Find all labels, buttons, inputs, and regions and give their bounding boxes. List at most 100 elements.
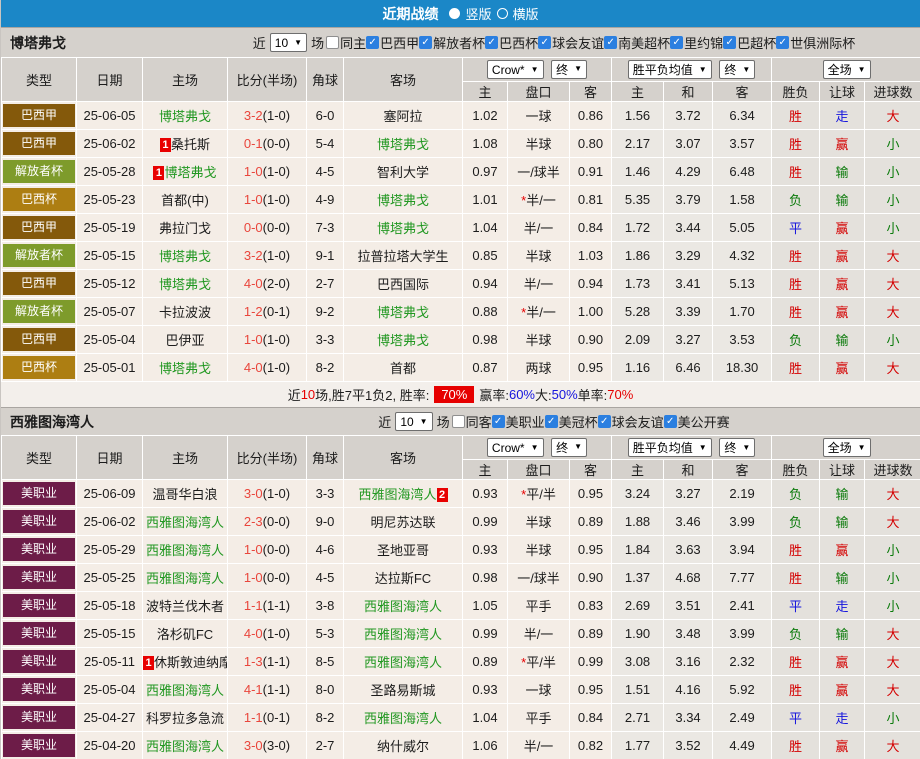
- europe-away-odds: 2.32: [712, 647, 773, 676]
- checkbox-competition-3[interactable]: ✓: [485, 36, 499, 49]
- match-home-team: 巴伊亚: [142, 325, 228, 354]
- asian-home-odds: 0.93: [462, 675, 508, 704]
- final-odds-select2[interactable]: 终 ▼: [719, 438, 756, 457]
- match-score: 1-0(0-0): [227, 563, 307, 592]
- verdict-goals: 大: [864, 101, 920, 130]
- verdict-result: 平: [771, 591, 821, 620]
- asian-home-odds: 0.94: [462, 269, 508, 298]
- col-corner: 角球: [306, 57, 344, 102]
- asian-handicap: 半球: [507, 241, 570, 270]
- corner-score: 8-0: [306, 675, 344, 704]
- subcol-handicap: 盘口: [507, 81, 570, 102]
- asian-home-odds: 0.87: [462, 353, 508, 382]
- halftime-score: (0-1): [262, 710, 291, 725]
- europe-home-odds: 5.35: [611, 185, 665, 214]
- verdict-handicap: 输: [819, 325, 866, 354]
- match-home-team: 1 博塔弗戈: [142, 157, 228, 186]
- recent-count-select[interactable]: 10 ▼: [395, 412, 433, 431]
- europe-away-odds: 3.99: [712, 619, 773, 648]
- corner-score: 9-1: [306, 241, 344, 270]
- europe-draw-odds: 3.52: [663, 731, 714, 759]
- scope-select[interactable]: 全场 ▼: [822, 60, 871, 79]
- checkbox-competition-5[interactable]: ✓: [604, 36, 618, 49]
- league-badge: 巴西杯: [3, 188, 75, 211]
- checkbox-competition-2[interactable]: ✓: [544, 415, 558, 428]
- fulltime-score: 1-1: [243, 598, 263, 613]
- verdict-result: 胜: [771, 563, 821, 592]
- verdict-result: 胜: [771, 647, 821, 676]
- corner-score: 8-2: [306, 703, 344, 732]
- table-row: 美职业 25-05-15 洛杉矶FC 4-0(1-0) 5-3 西雅图海湾人 0.99 半/一…: [1, 619, 920, 648]
- checkbox-competition-7[interactable]: ✓: [723, 36, 737, 49]
- table-row: 巴西甲 25-06-02 1 桑托斯 0-1(0-0) 5-4 博塔弗戈 1.08 半球 0.80…: [1, 129, 920, 158]
- league-badge: 巴西甲: [3, 272, 75, 295]
- away-team-name: 巴西国际: [376, 277, 429, 292]
- verdict-goals: 大: [864, 241, 920, 270]
- away-team-name: 首都: [389, 361, 416, 376]
- table-row: 解放者杯 25-05-15 博塔弗戈 3-2(1-0) 9-1 拉普拉塔大学生 0.85 半球…: [1, 241, 920, 270]
- asian-home-odds: 1.08: [462, 129, 508, 158]
- checkbox-competition-8[interactable]: ✓: [776, 36, 790, 49]
- asian-away-odds: 0.99: [568, 647, 613, 676]
- final-odds-select2[interactable]: 终 ▼: [719, 60, 756, 79]
- home-team-name: 休斯敦迪纳摩: [154, 655, 228, 670]
- checkbox-competition-6[interactable]: ✓: [670, 36, 684, 49]
- checkbox-same-venue[interactable]: [451, 415, 465, 428]
- checkbox-competition-1[interactable]: ✓: [491, 415, 505, 428]
- asian-home-odds: 1.04: [462, 703, 508, 732]
- europe-odds-select[interactable]: 胜平负均值 ▼: [627, 60, 712, 79]
- verdict-handicap: 输: [819, 619, 866, 648]
- final-odds-select[interactable]: 终 ▼: [551, 59, 588, 79]
- home-team-name: 西雅图海湾人: [145, 739, 224, 754]
- chevron-down-icon: ▼: [530, 442, 539, 452]
- table-row: 巴西杯 25-05-23 首都(中) 1-0(1-0) 4-9 博塔弗戈 1.01 *半/一 0…: [1, 185, 920, 214]
- asian-handicap: 一/球半: [507, 563, 570, 592]
- europe-home-odds: 1.46: [611, 157, 665, 186]
- fulltime-score: 4-1: [243, 682, 263, 697]
- handicap-star: *: [521, 305, 527, 320]
- europe-away-odds: 1.58: [712, 185, 773, 214]
- checkbox-competition-4[interactable]: ✓: [663, 415, 677, 428]
- verdict-result: 平: [771, 703, 821, 732]
- table-row: 美职业 25-06-02 西雅图海湾人 2-3(0-0) 9-0 明尼苏达联 0.99 半球 0…: [1, 507, 920, 536]
- europe-draw-odds: 3.27: [663, 479, 714, 508]
- radio-horizontal-layout[interactable]: [496, 8, 508, 19]
- team2-results-table: 类型 日期 主场 比分(半场) 角球 客场 Crow* ▼ 终 ▼ 胜平负均值 ▼ 终…: [1, 435, 920, 759]
- title-bar: 近期战绩 竖版 横版: [1, 0, 920, 27]
- europe-away-odds: 6.48: [712, 157, 773, 186]
- checkbox-competition-2[interactable]: ✓: [419, 36, 433, 49]
- odds-source-select[interactable]: Crow* ▼: [486, 438, 544, 458]
- checkbox-competition-1[interactable]: ✓: [366, 36, 380, 49]
- match-away-team: 博塔弗戈: [343, 185, 463, 214]
- checkbox-label: 巴西甲: [380, 36, 420, 51]
- corner-score: 4-9: [306, 185, 344, 214]
- checkbox-competition-4[interactable]: ✓: [538, 36, 552, 49]
- recent-count-select[interactable]: 10 ▼: [269, 33, 308, 52]
- asian-away-odds: 1.03: [568, 241, 613, 270]
- home-team-name: 西雅图海湾人: [145, 683, 224, 698]
- odds-source-select[interactable]: Crow* ▼: [486, 60, 544, 80]
- scope-select[interactable]: 全场 ▼: [822, 438, 871, 457]
- checkbox-label: 同客: [465, 415, 492, 430]
- match-home-team: 卡拉波波: [142, 297, 228, 326]
- match-date: 25-05-19: [76, 213, 143, 242]
- handicap-star: *: [521, 655, 527, 670]
- europe-home-odds: 2.69: [611, 591, 665, 620]
- filter-item: ✓ 里约锦: [670, 33, 723, 52]
- league-type-cell: 美职业: [1, 535, 77, 564]
- radio-vertical-layout[interactable]: [449, 8, 461, 19]
- verdict-goals: 小: [864, 535, 920, 564]
- col-score: 比分(半场): [227, 57, 307, 102]
- match-away-team: 明尼苏达联: [343, 507, 463, 536]
- europe-odds-select[interactable]: 胜平负均值 ▼: [627, 438, 712, 457]
- checkbox-competition-3[interactable]: ✓: [597, 415, 611, 428]
- checkbox-same-venue[interactable]: [326, 36, 340, 49]
- europe-draw-odds: 3.44: [663, 213, 714, 242]
- match-home-team: 科罗拉多急流: [142, 703, 228, 732]
- match-date: 25-06-02: [76, 507, 143, 536]
- match-home-team: 博塔弗戈: [142, 241, 228, 270]
- checkbox-label: 巴西杯: [499, 36, 539, 51]
- league-type-cell: 美职业: [1, 591, 77, 620]
- verdict-goals: 小: [864, 591, 920, 620]
- final-odds-select[interactable]: 终 ▼: [551, 437, 588, 457]
